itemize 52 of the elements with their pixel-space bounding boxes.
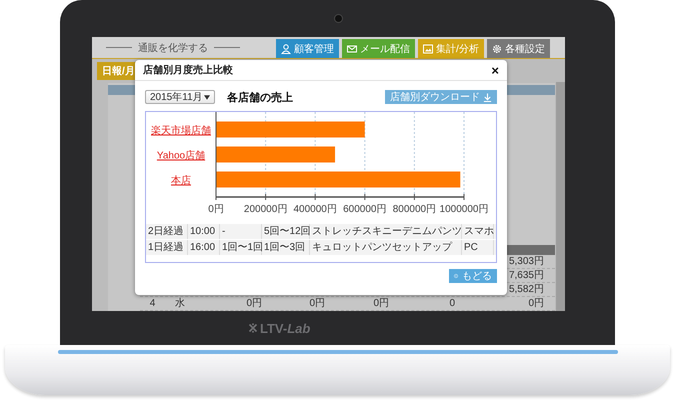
table-cell: 1日経過 xyxy=(146,240,188,255)
axis-tick-label: 1000000円 xyxy=(440,204,488,214)
table-cell: 5回〜12回 xyxy=(262,224,310,239)
camera-lens xyxy=(334,14,343,23)
table-cell-text: 水 xyxy=(175,297,186,310)
scrollbar[interactable] xyxy=(556,82,565,311)
table-cell: 1回〜3回 xyxy=(262,240,310,255)
store-link[interactable]: Yahoo店舗 xyxy=(156,150,206,162)
chart-heading: 各店舗の売上 xyxy=(227,90,293,104)
table-cell-text: 5,582円 xyxy=(508,283,545,296)
close-button[interactable]: × xyxy=(491,64,499,76)
nav-tab[interactable]: 各種設定 xyxy=(486,39,550,58)
table-cell: 16:00 xyxy=(188,240,220,255)
table-cell: 1回〜1回 xyxy=(220,240,262,255)
logo-mark-icon xyxy=(248,323,258,333)
table-cell: - xyxy=(220,224,262,239)
store-link[interactable]: 本店 xyxy=(171,176,191,186)
table-cell-text: 0円 xyxy=(528,297,545,310)
table-cell-text: 5,303円 xyxy=(508,255,545,268)
table-cell: 10:00 xyxy=(188,224,220,239)
table-cell: PC xyxy=(462,240,494,255)
table-cell: スマホ xyxy=(462,224,494,239)
envelope-icon xyxy=(347,44,357,54)
back-icon xyxy=(454,271,458,281)
brand-logo: LTV-Lab xyxy=(260,320,310,336)
table-cell-text: 4 xyxy=(150,297,156,310)
logo-text: 通販を化学する xyxy=(138,42,208,54)
axis-tick-label: 800000円 xyxy=(392,204,436,214)
nav-tab[interactable]: メール配信 xyxy=(342,39,415,58)
month-select[interactable]: 2015年11月 xyxy=(145,90,215,104)
table-cell: 2日経過 xyxy=(146,224,188,239)
axis-tick-label: 0円 xyxy=(208,204,224,214)
axis-tick-label: 400000円 xyxy=(294,204,337,214)
axis-tick-label: 600000円 xyxy=(343,204,386,214)
person-icon xyxy=(281,44,291,54)
table-cell: ストレッチスキニーデニムパンツ xyxy=(310,224,462,239)
back-button[interactable]: もどる xyxy=(449,269,497,283)
store-link[interactable]: 楽天市場店舗 xyxy=(151,126,211,136)
download-icon xyxy=(483,92,492,102)
nav-tab[interactable]: 集計/分析 xyxy=(418,39,484,58)
table-cell-text: 0 xyxy=(449,297,456,310)
download-button[interactable]: 店舗別ダウンロード xyxy=(385,90,497,104)
gear-icon xyxy=(492,44,502,54)
table-cell-text: 0円 xyxy=(373,297,390,310)
image-icon xyxy=(423,44,433,54)
table-cell-text: 7,635円 xyxy=(508,269,545,282)
nav-tab[interactable]: 顧客管理 xyxy=(276,39,339,58)
dialog-title: 店舗別月度売上比較 xyxy=(143,63,233,77)
axis-tick-label: 200000円 xyxy=(244,204,288,214)
table-cell-text: 0円 xyxy=(309,297,326,310)
table-cell: キュロットパンツセットアップ xyxy=(310,240,462,255)
table-cell-text: 0円 xyxy=(246,297,263,310)
